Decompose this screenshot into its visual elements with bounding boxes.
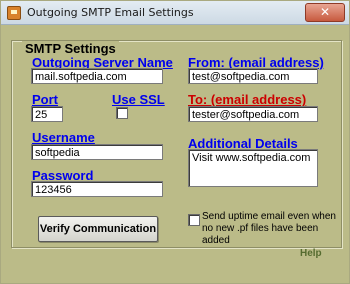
port-label[interactable]: Port <box>32 92 58 107</box>
use-ssl-label[interactable]: Use SSL <box>112 92 165 107</box>
smtp-settings-window: Outgoing SMTP Email Settings ✕ SMTP Sett… <box>0 0 350 284</box>
details-textarea[interactable]: Visit www.softpedia.com <box>188 149 318 187</box>
to-label[interactable]: To: (email address) <box>188 92 306 107</box>
username-input[interactable]: softpedia <box>31 144 163 160</box>
title-bar[interactable]: Outgoing SMTP Email Settings ✕ <box>1 1 349 25</box>
from-input[interactable]: test@softpedia.com <box>188 68 318 84</box>
uptime-email-label[interactable]: Send uptime email even when no new .pf f… <box>202 211 340 247</box>
help-link[interactable]: Help <box>300 248 322 259</box>
to-input[interactable]: tester@softpedia.com <box>188 106 318 122</box>
password-input[interactable]: 123456 <box>31 181 163 197</box>
port-input[interactable]: 25 <box>31 106 63 122</box>
username-label[interactable]: Username <box>32 130 95 145</box>
group-title: SMTP Settings <box>22 41 119 56</box>
app-icon <box>7 6 21 20</box>
window-title: Outgoing SMTP Email Settings <box>27 6 194 19</box>
verify-communication-button[interactable]: Verify Communication <box>38 216 158 242</box>
client-area: SMTP Settings Outgoing Server Name mail.… <box>8 31 344 277</box>
server-input[interactable]: mail.softpedia.com <box>31 68 163 84</box>
uptime-email-checkbox[interactable] <box>188 214 200 226</box>
use-ssl-checkbox[interactable] <box>116 107 128 119</box>
close-button[interactable]: ✕ <box>305 3 345 22</box>
